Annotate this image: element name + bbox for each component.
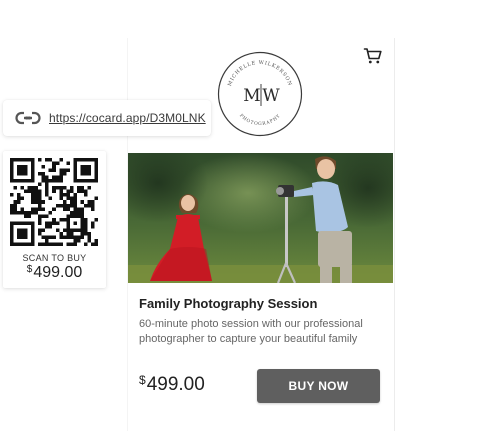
brand-logo: MICHELLE WILKERSON PHOTOGRAPHY M W xyxy=(217,51,303,137)
page: MICHELLE WILKERSON PHOTOGRAPHY M W https… xyxy=(0,0,490,431)
logo-monogram-left: M xyxy=(243,86,260,106)
logo-monogram-right: W xyxy=(262,86,280,106)
product-description: 60-minute photo session with our profess… xyxy=(139,318,363,345)
product-photo xyxy=(128,153,393,283)
buy-now-button[interactable]: BUY NOW xyxy=(257,369,380,403)
scan-to-buy-label: SCAN TO BUY xyxy=(22,253,87,263)
link-icon xyxy=(15,111,41,125)
qr-price-value: 499.00 xyxy=(33,264,83,281)
qr-code[interactable] xyxy=(10,158,98,246)
product-price-value: 499.00 xyxy=(146,374,205,395)
share-link-url[interactable]: https://cocard.app/D3M0LNK xyxy=(49,111,206,125)
qr-price: $499.00 xyxy=(3,264,106,282)
product-price: $499.00 xyxy=(139,373,205,396)
share-link-pill[interactable]: https://cocard.app/D3M0LNK xyxy=(3,100,211,136)
product-title: Family Photography Session xyxy=(139,296,318,311)
qr-price-currency: $ xyxy=(26,264,33,275)
shopping-cart-icon[interactable] xyxy=(363,46,383,66)
product-price-currency: $ xyxy=(139,373,146,387)
qr-card: SCAN TO BUY $499.00 xyxy=(3,151,106,288)
